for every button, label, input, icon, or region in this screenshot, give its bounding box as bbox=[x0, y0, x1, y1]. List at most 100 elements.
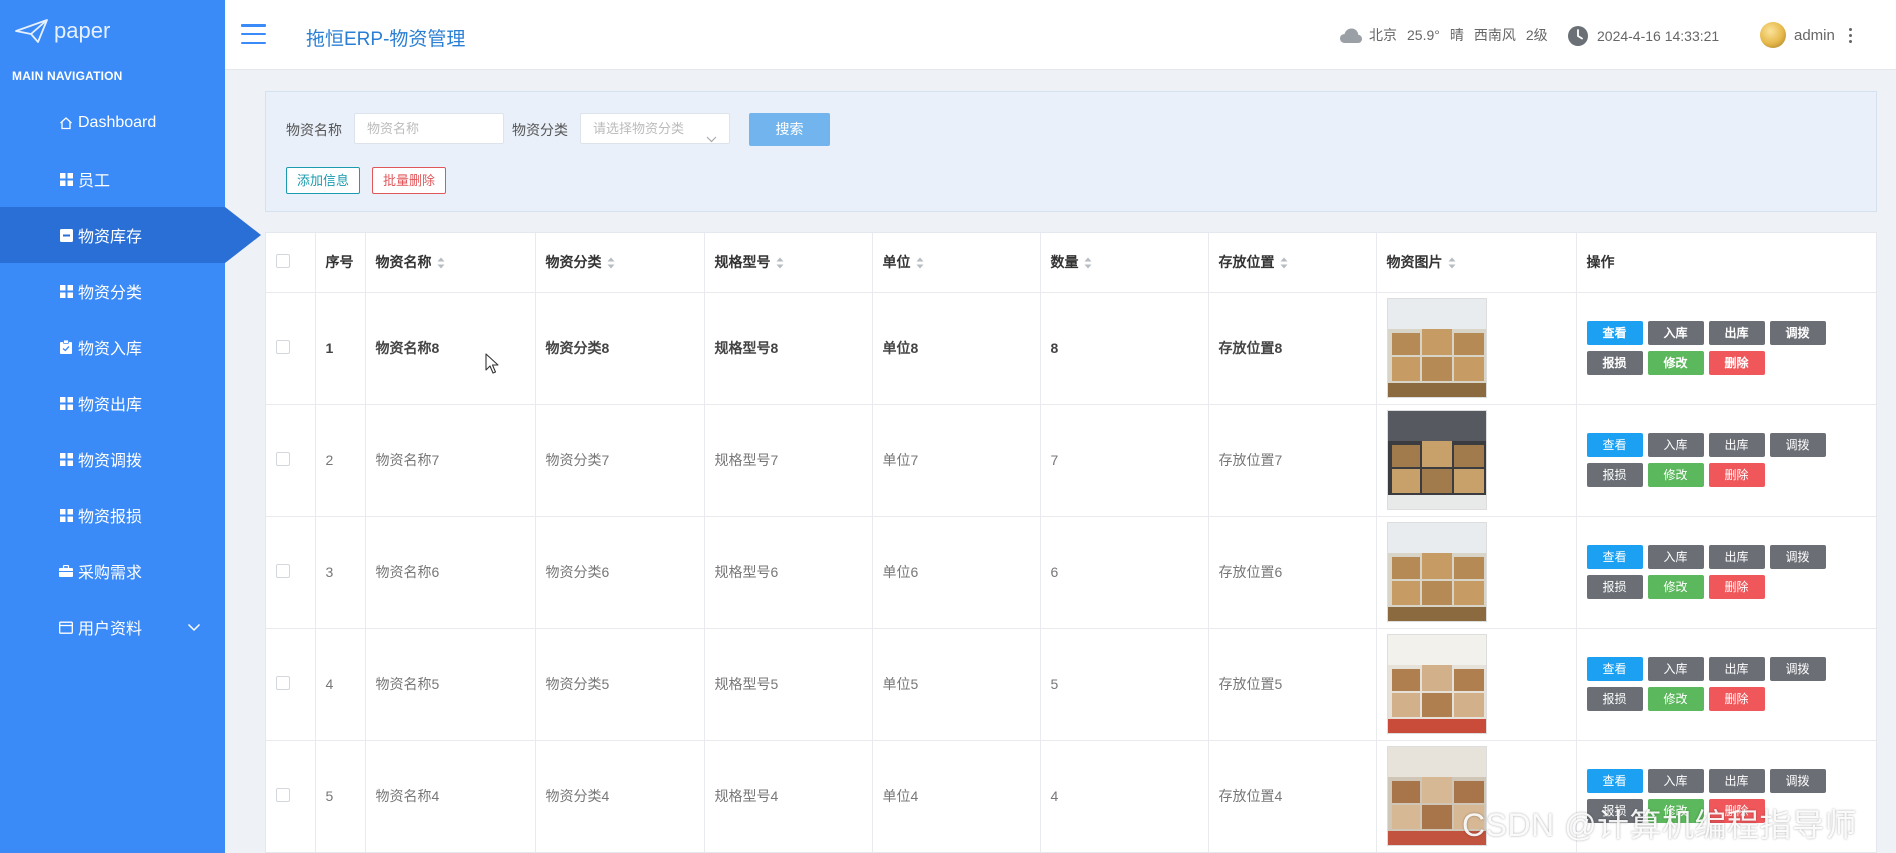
avatar[interactable] bbox=[1760, 22, 1786, 48]
transfer-button[interactable]: 调拨 bbox=[1769, 433, 1826, 457]
transfer-button[interactable]: 调拨 bbox=[1769, 545, 1826, 569]
username: admin bbox=[1794, 26, 1835, 44]
edit-button[interactable]: 修改 bbox=[1647, 351, 1704, 375]
material-photo[interactable] bbox=[1386, 634, 1487, 734]
storage-location: 存放位置6 bbox=[1218, 564, 1283, 580]
transfer-button[interactable]: 调拨 bbox=[1769, 657, 1826, 681]
sidebar-item-dashboard[interactable]: Dashboard bbox=[0, 95, 225, 151]
column-header-sortable[interactable]: 单位 bbox=[872, 233, 1041, 293]
column-header-sortable[interactable]: 物资名称 bbox=[365, 233, 536, 293]
edit-button[interactable]: 修改 bbox=[1647, 575, 1704, 599]
actions-cell: 查看 入库 出库 调拨报损 修改 删除 bbox=[1576, 628, 1876, 741]
edit-button[interactable]: 修改 bbox=[1647, 687, 1704, 711]
transfer-button[interactable]: 调拨 bbox=[1769, 321, 1826, 345]
view-button[interactable]: 查看 bbox=[1586, 657, 1643, 681]
loss-report-button[interactable]: 报损 bbox=[1586, 575, 1643, 599]
column-header-sortable[interactable]: 规格型号 bbox=[704, 233, 873, 293]
sidebar-item-purchase[interactable]: 采购需求 bbox=[0, 543, 225, 599]
column-header-sortable[interactable]: 存放位置 bbox=[1208, 233, 1377, 293]
more-options-icon[interactable] bbox=[1848, 27, 1852, 43]
material-name-cell: 物资名称6 bbox=[365, 516, 536, 629]
stock-in-button[interactable]: 入库 bbox=[1647, 657, 1704, 681]
chevron-down-icon[interactable] bbox=[187, 619, 201, 637]
sidebar-item-stock-in[interactable]: 物资入库 bbox=[0, 319, 225, 375]
sidebar-item-user-profile[interactable]: 用户资料 bbox=[0, 599, 225, 655]
sidebar-item-category[interactable]: 物资分类 bbox=[0, 263, 225, 319]
batch-delete-button[interactable]: 批量删除 bbox=[372, 167, 447, 194]
sidebar-item-loss-report[interactable]: 物资报损 bbox=[0, 487, 225, 543]
stock-in-button[interactable]: 入库 bbox=[1647, 769, 1704, 793]
sort-icon[interactable] bbox=[916, 256, 924, 272]
cloud-icon bbox=[1340, 28, 1362, 43]
column-header-label: 数量 bbox=[1050, 254, 1079, 271]
material-category: 物资分类7 bbox=[545, 452, 610, 468]
stock-out-button[interactable]: 出库 bbox=[1708, 433, 1765, 457]
row-select-cell bbox=[266, 516, 316, 629]
sort-icon[interactable] bbox=[776, 256, 784, 272]
grid-icon bbox=[58, 451, 74, 467]
delete-button[interactable]: 删除 bbox=[1708, 463, 1765, 487]
stock-in-button[interactable]: 入库 bbox=[1647, 433, 1704, 457]
stock-out-button[interactable]: 出库 bbox=[1708, 321, 1765, 345]
view-button[interactable]: 查看 bbox=[1586, 321, 1643, 345]
column-header-sortable[interactable]: 物资图片 bbox=[1376, 233, 1577, 293]
sidebar-item-employees[interactable]: 员工 bbox=[0, 151, 225, 207]
material-photo[interactable] bbox=[1386, 410, 1487, 510]
add-info-button[interactable]: 添加信息 bbox=[286, 167, 361, 194]
category-select-placeholder: 请选择物资分类 bbox=[593, 121, 685, 136]
sidebar-item-transfer[interactable]: 物资调拨 bbox=[0, 431, 225, 487]
delete-button[interactable]: 删除 bbox=[1708, 575, 1765, 599]
stock-in-button[interactable]: 入库 bbox=[1647, 545, 1704, 569]
view-button[interactable]: 查看 bbox=[1586, 433, 1643, 457]
delete-button[interactable]: 删除 bbox=[1708, 687, 1765, 711]
view-button[interactable]: 查看 bbox=[1586, 769, 1643, 793]
stock-out-button[interactable]: 出库 bbox=[1708, 545, 1765, 569]
row-checkbox[interactable] bbox=[276, 339, 290, 354]
sidebar-item-label: 物资出库 bbox=[78, 397, 143, 414]
material-name-input[interactable]: 物资名称 bbox=[354, 113, 504, 144]
sort-icon[interactable] bbox=[1448, 256, 1456, 272]
row-index-cell: 2 bbox=[315, 404, 366, 517]
column-header-sortable[interactable]: 物资分类 bbox=[535, 233, 705, 293]
unit: 单位5 bbox=[882, 676, 919, 692]
sort-icon[interactable] bbox=[1084, 256, 1092, 272]
material-photo[interactable] bbox=[1386, 298, 1487, 398]
row-checkbox[interactable] bbox=[276, 451, 290, 466]
view-button[interactable]: 查看 bbox=[1586, 545, 1643, 569]
row-checkbox[interactable] bbox=[276, 675, 290, 690]
search-button[interactable]: 搜索 bbox=[749, 113, 830, 146]
transfer-button[interactable]: 调拨 bbox=[1769, 769, 1826, 793]
loss-report-button[interactable]: 报损 bbox=[1586, 687, 1643, 711]
unit-cell: 单位4 bbox=[872, 740, 1041, 852]
logo[interactable]: paper bbox=[0, 0, 225, 62]
loss-report-button[interactable]: 报损 bbox=[1586, 351, 1643, 375]
material-image-cell bbox=[1376, 628, 1577, 741]
loss-report-button[interactable]: 报损 bbox=[1586, 463, 1643, 487]
quantity-cell: 4 bbox=[1040, 740, 1209, 852]
table-row: 2 物资名称7 物资分类7 规格型号7 单位7 7 存放位置7 查看 入库 出库 调拨 报损 修改 删除 bbox=[266, 404, 1876, 517]
menu-toggle-icon[interactable] bbox=[241, 24, 266, 44]
row-checkbox[interactable] bbox=[276, 563, 290, 578]
delete-button[interactable]: 删除 bbox=[1708, 351, 1765, 375]
sidebar-item-stock-out[interactable]: 物资出库 bbox=[0, 375, 225, 431]
sort-icon[interactable] bbox=[437, 256, 445, 272]
sort-icon[interactable] bbox=[1280, 256, 1288, 272]
user-menu[interactable]: admin bbox=[1760, 22, 1852, 48]
spec-model-cell: 规格型号6 bbox=[704, 516, 873, 629]
material-category-select[interactable]: 请选择物资分类 bbox=[580, 113, 730, 144]
row-checkbox[interactable] bbox=[276, 787, 290, 802]
sort-icon[interactable] bbox=[607, 256, 615, 272]
select-all-checkbox[interactable] bbox=[276, 253, 290, 268]
stock-out-button[interactable]: 出库 bbox=[1708, 657, 1765, 681]
edit-button[interactable]: 修改 bbox=[1647, 463, 1704, 487]
stock-in-button[interactable]: 入库 bbox=[1647, 321, 1704, 345]
stock-out-button[interactable]: 出库 bbox=[1708, 769, 1765, 793]
column-header-sortable[interactable]: 数量 bbox=[1040, 233, 1209, 293]
spec-model-cell: 规格型号8 bbox=[704, 292, 873, 405]
material-photo[interactable] bbox=[1386, 522, 1487, 622]
quantity: 6 bbox=[1050, 564, 1059, 580]
actions-cell: 查看 入库 出库 调拨报损 修改 删除 bbox=[1576, 516, 1876, 629]
watermark: CSDN @计算机编程指导师 bbox=[1462, 807, 1858, 843]
sidebar-item-inventory[interactable]: 物资库存 bbox=[0, 207, 261, 263]
material-category-cell: 物资分类8 bbox=[535, 292, 705, 405]
